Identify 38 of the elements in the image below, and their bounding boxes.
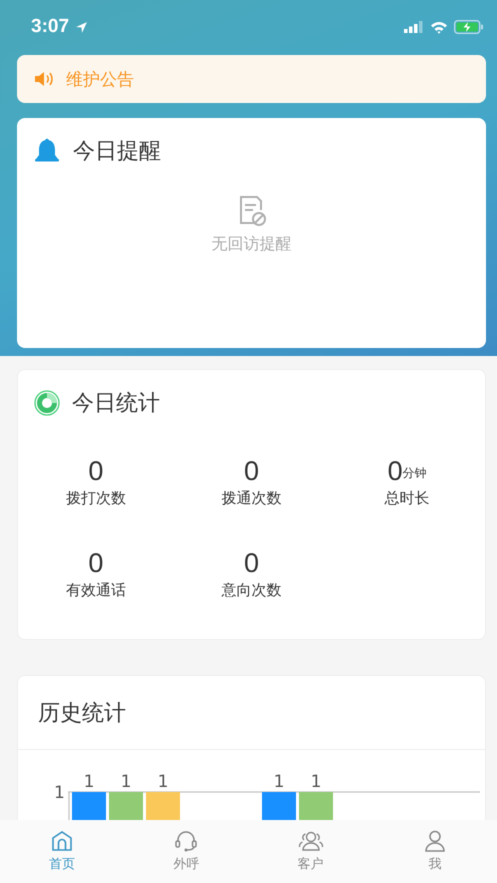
location-arrow-icon [75,20,88,34]
signal-icon [404,21,424,33]
stats-title: 今日统计 [72,390,160,418]
stat-value: 0 [388,456,403,487]
reminder-title: 今日提醒 [73,138,161,166]
bar-value-label: 1 [274,772,284,792]
battery-charging-icon [454,20,484,34]
stat-value: 0 [244,456,259,487]
stat-label: 拨通次数 [221,489,282,508]
donut-chart-icon [34,390,60,416]
wifi-icon [430,20,448,34]
bar-value-label: 1 [120,772,132,792]
user-icon [424,830,446,852]
stat-value: 0 [244,548,259,579]
bar-value-label: 1 [158,772,168,792]
stat-unit: 分钟 [402,465,427,482]
stat-label: 有效通话 [66,581,126,600]
stat-value: 0 [88,548,104,579]
tab-item[interactable]: 外呼 [124,820,248,883]
stat-label: 总时长 [384,489,430,508]
status-time: 3:07 [31,16,70,38]
tab-item[interactable]: 客户 [248,820,373,883]
bar-value-label: 1 [310,772,322,792]
empty-state-text: 无回访提醒 [212,234,292,255]
bar-value-label: 1 [84,772,94,792]
tab-item[interactable]: 我 [372,820,497,883]
notice-text: 维护公告 [66,68,134,90]
home-icon [51,830,74,852]
tab-item[interactable]: 首页 [0,820,124,883]
notice-banner[interactable]: 维护公告 [17,55,486,103]
headset-icon [174,830,198,852]
stat-value: 0 [88,456,104,487]
history-title: 历史统计 [38,700,126,728]
stat-label: 意向次数 [221,581,282,600]
stat-label: 拨打次数 [66,489,126,508]
y-axis-label: 1 [54,783,65,803]
users-icon [298,830,324,852]
bell-icon [33,138,61,164]
